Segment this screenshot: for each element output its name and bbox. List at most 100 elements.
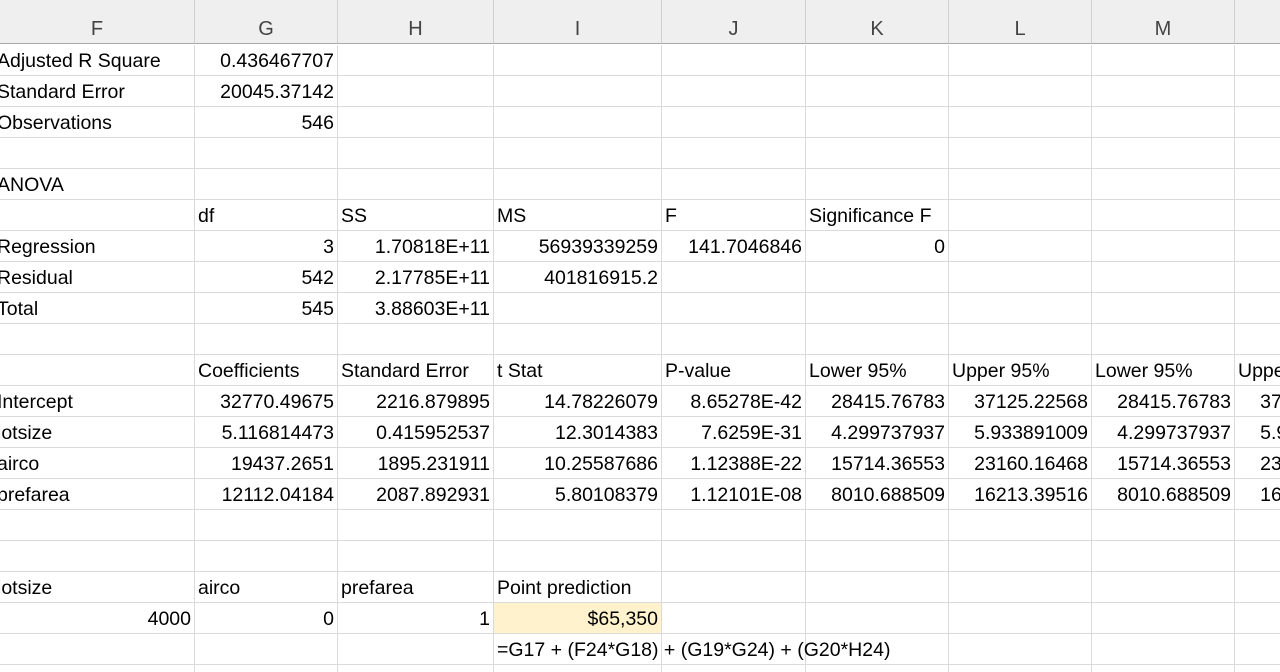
column-header-H[interactable]: H <box>338 0 494 44</box>
cell-L20[interactable] <box>949 603 1092 634</box>
cell-F4[interactable]: Observations <box>0 107 195 138</box>
cell-I5[interactable] <box>494 138 662 169</box>
cell-I8[interactable]: 56939339259 <box>494 231 662 262</box>
cell-H16[interactable]: 2087.892931 <box>338 479 494 510</box>
cell-H2[interactable] <box>338 45 494 76</box>
cell-J22[interactable] <box>662 665 806 672</box>
cell-H13[interactable]: 2216.879895 <box>338 386 494 417</box>
cell-L14[interactable]: 5.933891009 <box>949 417 1092 448</box>
cell-K14[interactable]: 4.299737937 <box>806 417 949 448</box>
cell-N15[interactable]: 23160.16468 <box>1235 448 1280 479</box>
cell-M8[interactable] <box>1092 231 1235 262</box>
cell-H4[interactable] <box>338 107 494 138</box>
cell-K8[interactable]: 0 <box>806 231 949 262</box>
column-header-N[interactable]: N <box>1235 0 1280 44</box>
cell-M13[interactable]: 28415.76783 <box>1092 386 1235 417</box>
cell-G18[interactable] <box>195 541 338 572</box>
cell-I7[interactable]: MS <box>494 200 662 231</box>
cell-L7[interactable] <box>949 200 1092 231</box>
cell-N14[interactable]: 5.933891009 <box>1235 417 1280 448</box>
cell-J2[interactable] <box>662 45 806 76</box>
cell-I13[interactable]: 14.78226079 <box>494 386 662 417</box>
cell-K5[interactable] <box>806 138 949 169</box>
cell-N16[interactable]: 16213.39516 <box>1235 479 1280 510</box>
cell-M14[interactable]: 4.299737937 <box>1092 417 1235 448</box>
cell-G11[interactable] <box>195 324 338 355</box>
cell-H11[interactable] <box>338 324 494 355</box>
cell-F3[interactable]: Standard Error <box>0 76 195 107</box>
cell-N18[interactable] <box>1235 541 1280 572</box>
cell-K10[interactable] <box>806 293 949 324</box>
cell-F14[interactable]: lotsize <box>0 417 195 448</box>
cell-I10[interactable] <box>494 293 662 324</box>
cell-L15[interactable]: 23160.16468 <box>949 448 1092 479</box>
cell-H19[interactable]: prefarea <box>338 572 494 603</box>
cell-H3[interactable] <box>338 76 494 107</box>
cell-M15[interactable]: 15714.36553 <box>1092 448 1235 479</box>
cell-J17[interactable] <box>662 510 806 541</box>
cell-M4[interactable] <box>1092 107 1235 138</box>
cell-N17[interactable] <box>1235 510 1280 541</box>
cell-I11[interactable] <box>494 324 662 355</box>
cell-I14[interactable]: 12.3014383 <box>494 417 662 448</box>
cell-J12[interactable]: P-value <box>662 355 806 386</box>
cell-H20[interactable]: 1 <box>338 603 494 634</box>
cell-M19[interactable] <box>1092 572 1235 603</box>
cell-J10[interactable] <box>662 293 806 324</box>
cell-G3[interactable]: 20045.37142 <box>195 76 338 107</box>
cell-G10[interactable]: 545 <box>195 293 338 324</box>
cell-L4[interactable] <box>949 107 1092 138</box>
cell-I21[interactable]: =G17 + (F24*G18) + (G19*G24) + (G20*H24) <box>494 634 890 665</box>
cell-F2[interactable]: Adjusted R Square <box>0 45 195 76</box>
cell-M5[interactable] <box>1092 138 1235 169</box>
cell-M18[interactable] <box>1092 541 1235 572</box>
cell-J15[interactable]: 1.12388E-22 <box>662 448 806 479</box>
cell-N10[interactable] <box>1235 293 1280 324</box>
column-header-M[interactable]: M <box>1092 0 1235 44</box>
cell-L21[interactable] <box>949 634 1092 665</box>
cell-K18[interactable] <box>806 541 949 572</box>
cell-H9[interactable]: 2.17785E+11 <box>338 262 494 293</box>
cell-H21[interactable] <box>338 634 494 665</box>
cell-I12[interactable]: t Stat <box>494 355 662 386</box>
cell-G16[interactable]: 12112.04184 <box>195 479 338 510</box>
cell-J16[interactable]: 1.12101E-08 <box>662 479 806 510</box>
cell-H17[interactable] <box>338 510 494 541</box>
cell-N22[interactable] <box>1235 665 1280 672</box>
cell-K12[interactable]: Lower 95% <box>806 355 949 386</box>
cell-F8[interactable]: Regression <box>0 231 195 262</box>
cell-H10[interactable]: 3.88603E+11 <box>338 293 494 324</box>
cell-L19[interactable] <box>949 572 1092 603</box>
cell-L22[interactable] <box>949 665 1092 672</box>
cell-J14[interactable]: 7.6259E-31 <box>662 417 806 448</box>
cell-N3[interactable] <box>1235 76 1280 107</box>
cell-M3[interactable] <box>1092 76 1235 107</box>
cell-L9[interactable] <box>949 262 1092 293</box>
cell-L17[interactable] <box>949 510 1092 541</box>
cell-G19[interactable]: airco <box>195 572 338 603</box>
cell-F9[interactable]: Residual <box>0 262 195 293</box>
cell-I6[interactable] <box>494 169 662 200</box>
cell-I16[interactable]: 5.80108379 <box>494 479 662 510</box>
cell-L8[interactable] <box>949 231 1092 262</box>
cell-N4[interactable] <box>1235 107 1280 138</box>
cell-G13[interactable]: 32770.49675 <box>195 386 338 417</box>
cell-N7[interactable] <box>1235 200 1280 231</box>
cell-K15[interactable]: 15714.36553 <box>806 448 949 479</box>
cell-K3[interactable] <box>806 76 949 107</box>
cell-I18[interactable] <box>494 541 662 572</box>
cell-H6[interactable] <box>338 169 494 200</box>
cell-L18[interactable] <box>949 541 1092 572</box>
cell-K11[interactable] <box>806 324 949 355</box>
cell-G8[interactable]: 3 <box>195 231 338 262</box>
cell-M16[interactable]: 8010.688509 <box>1092 479 1235 510</box>
cell-J3[interactable] <box>662 76 806 107</box>
cell-J9[interactable] <box>662 262 806 293</box>
cell-H7[interactable]: SS <box>338 200 494 231</box>
cell-J18[interactable] <box>662 541 806 572</box>
column-header-K[interactable]: K <box>806 0 949 44</box>
cell-H5[interactable] <box>338 138 494 169</box>
cell-N5[interactable] <box>1235 138 1280 169</box>
column-header-F[interactable]: F <box>0 0 195 44</box>
cell-H22[interactable] <box>338 665 494 672</box>
